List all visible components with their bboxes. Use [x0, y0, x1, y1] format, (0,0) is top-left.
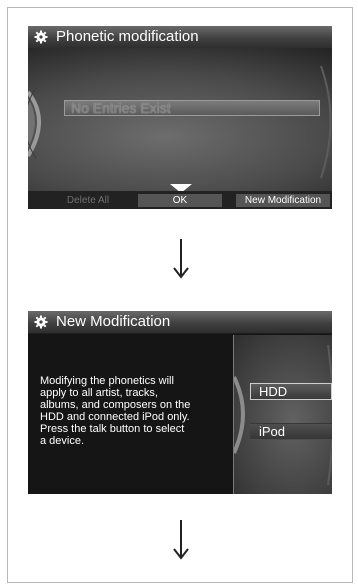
down-arrow-icon [173, 520, 189, 560]
new-modification-button[interactable]: New Modification [236, 194, 330, 207]
hdd-option[interactable]: HDD [250, 383, 332, 400]
down-arrow-icon [173, 239, 189, 279]
title-bar: Phonetic modification [28, 26, 332, 49]
title-bar: New Modification [28, 311, 332, 334]
dial-decoration [28, 65, 332, 179]
gear-icon [34, 30, 48, 44]
list-item[interactable]: No Entries Exist [64, 100, 320, 116]
gear-icon [34, 315, 48, 329]
list-item-text: No Entries Exist [71, 100, 171, 116]
info-message: Modifying the phonetics will apply to al… [40, 375, 191, 447]
screen-title: New Modification [56, 313, 171, 330]
bottom-bar: Delete All OK New Modification [28, 191, 332, 209]
ok-button[interactable]: OK [138, 194, 222, 207]
ipod-option[interactable]: iPod [250, 423, 332, 440]
device-select-panel: HDD iPod [233, 335, 332, 494]
phonetic-modification-screen: Phonetic modification No Entries Exist D… [28, 26, 332, 209]
content-panel: No Entries Exist [28, 48, 332, 191]
dial-decoration [234, 344, 332, 486]
screen-title: Phonetic modification [56, 28, 199, 45]
new-modification-screen: New Modification Modifying the phonetics… [28, 311, 332, 494]
delete-all-button[interactable]: Delete All [58, 194, 118, 207]
